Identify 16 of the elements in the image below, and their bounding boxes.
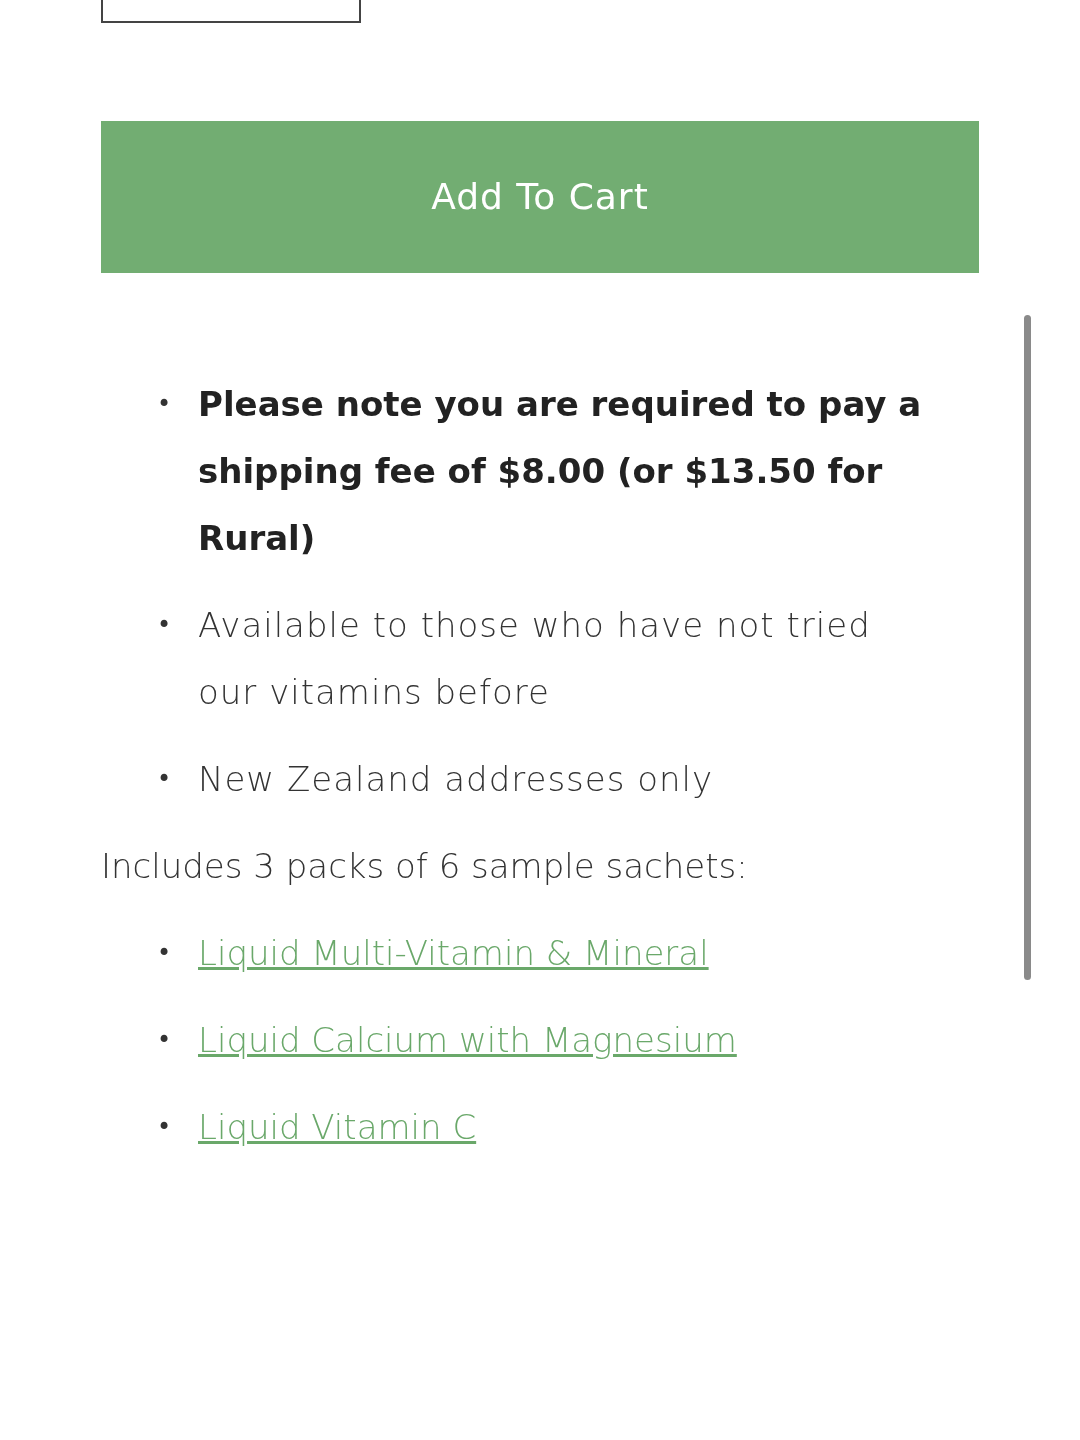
- bullet: •: [157, 1025, 173, 1056]
- product-link[interactable]: Liquid Multi-Vitamin & Mineral: [198, 920, 709, 987]
- note-text: New Zealand addresses only: [198, 758, 715, 801]
- bullet: •: [157, 1112, 173, 1143]
- bullet: •: [157, 938, 173, 969]
- bullet: •: [157, 764, 173, 795]
- scrollbar[interactable]: [1024, 315, 1031, 980]
- note-text: Please note you are required to pay a shipping fee of $8.00 (or $13.50 for Rural): [198, 383, 923, 560]
- product-link[interactable]: Liquid Calcium with Magnesium: [198, 1007, 737, 1074]
- add-to-cart-button[interactable]: Add To Cart: [101, 121, 979, 273]
- note-text: Available to those who have not tried our vitamins before: [198, 604, 872, 714]
- bullet: •: [157, 389, 173, 420]
- product-link[interactable]: Liquid Vitamin C: [198, 1094, 477, 1161]
- includes-text: Includes 3 packs of 6 sample sachets:: [101, 845, 749, 888]
- bullet: •: [157, 610, 173, 641]
- quantity-field[interactable]: [101, 0, 361, 23]
